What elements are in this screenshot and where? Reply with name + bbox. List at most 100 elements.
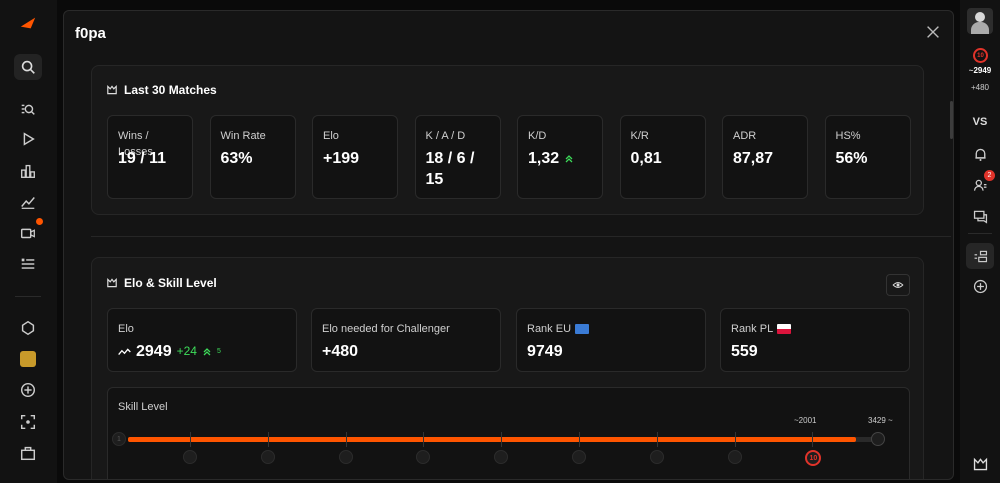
sidebar-divider	[15, 296, 41, 297]
search-button[interactable]	[14, 54, 42, 80]
elo-value: 2949 +24 5	[118, 341, 221, 362]
toggle-visibility-button[interactable]	[886, 274, 910, 296]
nav-play[interactable]	[14, 126, 42, 152]
chat-button[interactable]	[966, 203, 994, 229]
stat-card: Wins / Losses 19 / 11	[107, 115, 193, 199]
stat-value-text: 0,81	[630, 150, 662, 167]
nav-shop[interactable]	[14, 440, 42, 466]
play-icon	[23, 132, 35, 146]
party-button[interactable]	[966, 243, 994, 269]
search-icon	[21, 60, 35, 74]
last-matches-panel: Last 30 Matches Wins / Losses 19 / 11 Win …	[91, 65, 924, 215]
sidebar-elo: ~2949	[968, 66, 992, 75]
find-players-icon	[21, 104, 35, 115]
level-divider	[812, 432, 814, 447]
level-icon	[727, 450, 742, 464]
player-modal: f0pa Last 30 Matches Wins / Losses 19 / 1…	[63, 10, 954, 480]
video-icon	[20, 228, 35, 239]
stat-card: K/D 1,32	[517, 115, 603, 199]
current-elo-marker: ~2001	[794, 416, 817, 425]
nav-club-avatar[interactable]	[14, 346, 42, 372]
nav-missions[interactable]	[14, 251, 42, 277]
party-icon	[974, 250, 987, 262]
stat-value-text: 56%	[835, 150, 868, 167]
stat-label: K/D	[528, 130, 547, 142]
last-matches-header: Last 30 Matches	[106, 83, 217, 97]
chat-icon	[973, 210, 987, 224]
stat-card: K/R 0,81	[619, 115, 706, 199]
user-avatar[interactable]	[967, 8, 993, 34]
stat-card: Win Rate 63%	[209, 115, 296, 199]
rank-eu-card: Rank EU 9749	[516, 308, 706, 372]
stat-value-text: 87,87	[733, 150, 774, 167]
elo-panel: Elo & Skill Level Elo 2949 +24 5 Elo nee…	[91, 257, 924, 479]
stat-value: 63%	[221, 148, 291, 169]
notifications-button[interactable]	[966, 141, 994, 167]
double-chevron-up-icon	[203, 347, 211, 355]
challenger-value: +480	[322, 343, 359, 360]
friends-badge: 2	[984, 170, 995, 181]
stat-label: Elo	[323, 130, 339, 142]
stat-card: K / A / D 18 / 6 / 15	[414, 115, 501, 199]
nav-add[interactable]	[14, 377, 42, 403]
pl-flag-icon	[777, 324, 792, 334]
elo-title: Elo & Skill Level	[124, 276, 217, 290]
list-icon	[21, 258, 35, 269]
modal-title: f0pa	[75, 25, 106, 42]
stat-label: HS%	[835, 130, 861, 142]
level-icon	[338, 450, 353, 464]
right-divider	[968, 233, 992, 234]
stat-value: 56%	[836, 148, 906, 169]
stat-value: 0,81	[631, 148, 701, 169]
nav-stats[interactable]	[14, 189, 42, 215]
max-elo-marker: 3429 ~	[868, 416, 893, 425]
stat-value-text: +199	[323, 150, 360, 167]
bell-icon	[974, 148, 986, 161]
stat-card: HS% 56%	[824, 115, 911, 199]
stat-value: 1,32	[528, 148, 598, 169]
elo-header: Elo & Skill Level	[106, 276, 217, 290]
elo-streak: 5	[216, 348, 221, 355]
scrollbar-thumb[interactable]	[950, 101, 953, 139]
rank-eu-value: 9749	[527, 343, 563, 360]
club-avatar	[20, 351, 36, 367]
rank-eu-label: Rank EU	[527, 321, 590, 337]
vs-button[interactable]: VS	[960, 116, 1000, 128]
nav-focus[interactable]	[14, 409, 42, 435]
stat-value: 18 / 6 / 15	[426, 148, 496, 190]
rank-pl-label: Rank PL	[731, 321, 792, 337]
level-icon	[572, 450, 586, 464]
challenger-card: Elo needed for Challenger +480	[311, 308, 501, 372]
notification-dot	[36, 218, 43, 225]
stat-label: Win Rate	[220, 130, 266, 142]
stat-value-text: 63%	[220, 150, 253, 167]
elo-card: Elo 2949 +24 5	[107, 308, 297, 372]
nav-leaderboards[interactable]	[14, 158, 42, 184]
level-divider	[190, 432, 191, 447]
faceit-logo-icon	[20, 17, 36, 29]
skill-progress-fill	[128, 437, 856, 442]
level-divider	[579, 432, 580, 447]
nav-clubs[interactable]	[14, 315, 42, 341]
level-icon	[494, 450, 509, 464]
double-chevron-up-icon	[565, 154, 573, 162]
stat-value: +199	[323, 148, 393, 169]
elo-change: +24	[176, 344, 197, 358]
level-divider	[734, 432, 736, 447]
close-icon[interactable]	[924, 23, 942, 41]
level-divider	[501, 432, 503, 447]
elo-label: Elo	[118, 323, 134, 335]
faceit-brand-button[interactable]	[966, 451, 994, 477]
eye-icon	[892, 282, 904, 288]
stat-card: Elo +199	[312, 115, 398, 199]
level-icon	[260, 450, 275, 464]
stat-value: 19 / 11	[118, 148, 188, 169]
last-matches-title: Last 30 Matches	[124, 83, 217, 97]
level-icon	[416, 450, 431, 464]
skill-level-label: Skill Level	[118, 401, 168, 413]
stat-label: K / A / D	[425, 130, 466, 142]
faceit-logo[interactable]	[14, 10, 42, 36]
add-party-button[interactable]	[966, 273, 994, 299]
nav-find-players[interactable]	[14, 96, 42, 122]
stat-value-text: 19 / 11	[118, 150, 167, 167]
